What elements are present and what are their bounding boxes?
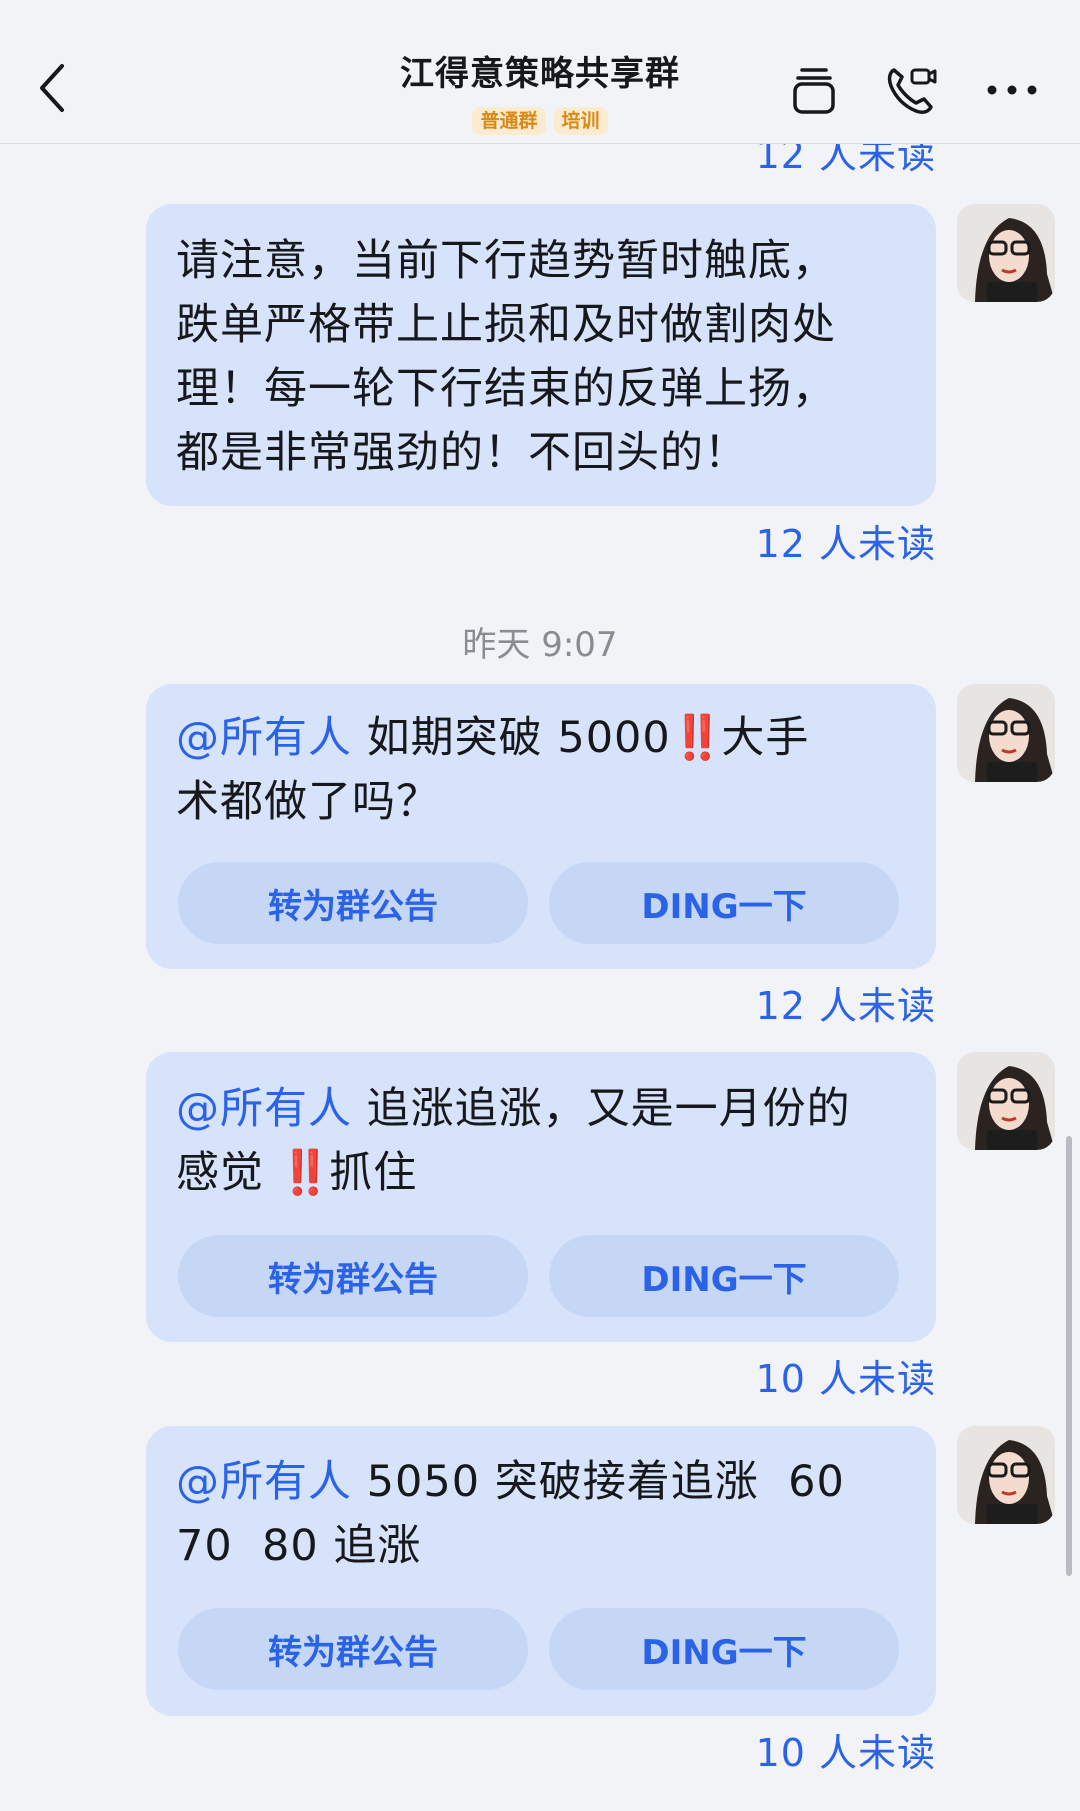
unread-count[interactable]: 10 人未读 xyxy=(756,1722,936,1777)
group-type-tag: 普通群 xyxy=(472,107,546,135)
convert-to-announcement-button[interactable]: 转为群公告 xyxy=(178,1608,528,1690)
message-bubble[interactable]: 请注意，当前下行趋势暂时触底， 跌单严格带上止损和及时做割肉处 理！每一轮下行结… xyxy=(146,204,936,506)
training-tag: 培训 xyxy=(553,107,608,135)
chat-header: 江得意策略共享群 普通群 培训 xyxy=(0,0,1080,144)
avatar[interactable] xyxy=(957,1426,1055,1524)
mention-all[interactable]: @所有人 xyxy=(176,713,352,763)
unread-count[interactable]: 12 人未读 xyxy=(756,975,936,1030)
message-bubble[interactable]: @所有人 如期突破 5000‼️大手 术都做了吗？ 转为群公告 DING一下 xyxy=(146,684,936,969)
scrollbar[interactable] xyxy=(1066,1136,1072,1576)
avatar[interactable] xyxy=(957,1052,1055,1150)
notes-button[interactable] xyxy=(786,62,842,118)
unread-count[interactable]: 12 人未读 xyxy=(756,513,936,568)
mention-all[interactable]: @所有人 xyxy=(176,1457,352,1507)
ding-button[interactable]: DING一下 xyxy=(549,1608,899,1690)
convert-to-announcement-button[interactable]: 转为群公告 xyxy=(178,1235,528,1317)
avatar-image xyxy=(957,204,1055,302)
chat-area[interactable]: 12 人未读 请注意，当前下行趋势暂时触底， 跌单严格带上止损和及时做割肉处 理… xyxy=(0,0,1080,1811)
ding-button[interactable]: DING一下 xyxy=(549,1235,899,1317)
avatar-image xyxy=(957,684,1055,782)
double-exclamation-icon: ‼️ xyxy=(670,713,725,763)
avatar-image xyxy=(957,1426,1055,1524)
stack-icon xyxy=(793,68,835,114)
call-button[interactable] xyxy=(882,62,938,118)
convert-to-announcement-button[interactable]: 转为群公告 xyxy=(178,862,528,944)
message-text-part: 如期突破 5000 xyxy=(352,713,671,763)
ding-button[interactable]: DING一下 xyxy=(549,862,899,944)
message-text: @所有人 如期突破 5000‼️大手 术都做了吗？ xyxy=(176,706,908,834)
unread-count[interactable]: 10 人未读 xyxy=(756,1348,936,1403)
message-text: @所有人 追涨追涨，又是一月份的 感觉 ‼️抓住 xyxy=(176,1077,908,1205)
double-exclamation-icon: ‼️ xyxy=(278,1148,333,1198)
phone-video-icon xyxy=(887,68,937,114)
mention-all[interactable]: @所有人 xyxy=(176,1084,352,1134)
timestamp: 昨天 9:07 xyxy=(462,625,618,665)
avatar[interactable] xyxy=(957,204,1055,302)
message-text: @所有人 5050 突破接着追涨 60 70 80 追涨 xyxy=(176,1450,908,1578)
message-text: 请注意，当前下行趋势暂时触底， 跌单严格带上止损和及时做割肉处 理！每一轮下行结… xyxy=(176,236,836,478)
more-button[interactable] xyxy=(984,62,1040,118)
avatar-image xyxy=(957,1052,1055,1150)
message-text-part: 抓住 xyxy=(329,1148,418,1198)
message-bubble[interactable]: @所有人 追涨追涨，又是一月份的 感觉 ‼️抓住 转为群公告 DING一下 xyxy=(146,1052,936,1342)
avatar[interactable] xyxy=(957,684,1055,782)
more-dots-icon xyxy=(987,85,1037,95)
message-bubble[interactable]: @所有人 5050 突破接着追涨 60 70 80 追涨 转为群公告 DING一… xyxy=(146,1426,936,1716)
